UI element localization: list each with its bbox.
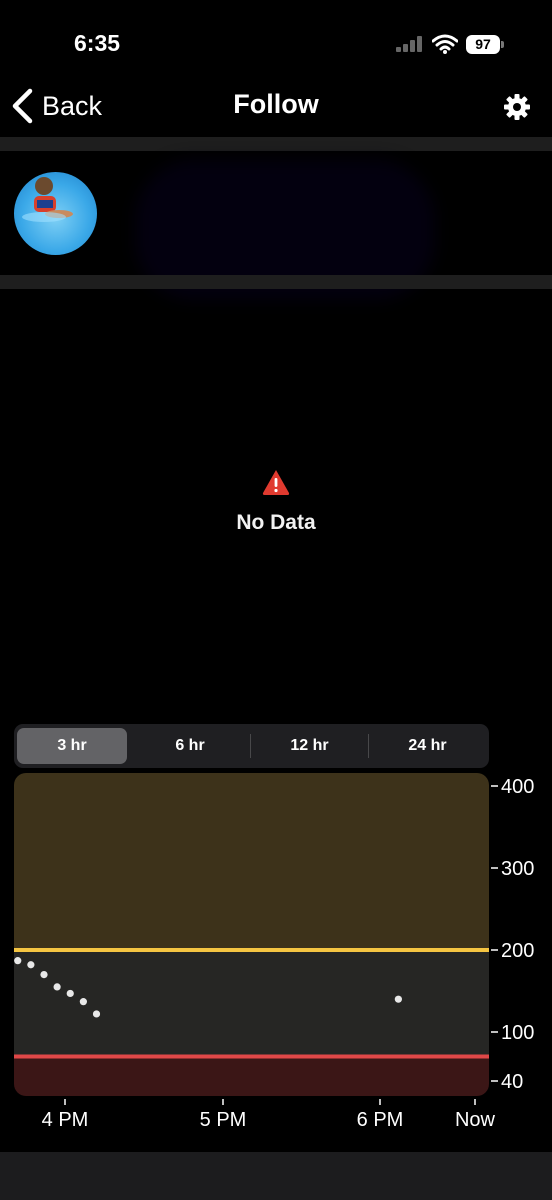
- battery-icon: 97: [466, 35, 500, 54]
- glucose-reading-point: [79, 998, 87, 1006]
- gear-icon[interactable]: [503, 93, 531, 121]
- chevron-left-icon: [12, 88, 33, 124]
- y-tick-label: 300: [501, 858, 534, 880]
- battery-level: 97: [475, 36, 491, 52]
- x-tick-label: 4 PM: [42, 1109, 89, 1131]
- glucose-reading-point: [394, 995, 402, 1003]
- avatar[interactable]: [14, 172, 97, 255]
- glucose-reading-point: [53, 983, 61, 991]
- glucose-reading-point: [66, 989, 74, 998]
- glucose-reading-point: [14, 957, 22, 965]
- back-button[interactable]: Back: [10, 86, 102, 126]
- x-tick-label: 5 PM: [200, 1109, 247, 1131]
- warning-icon: [262, 470, 290, 495]
- time-range-selector: 3 hr 6 hr 12 hr 24 hr: [14, 724, 489, 768]
- y-tick-label: 100: [501, 1022, 534, 1044]
- bottom-bar: [0, 1152, 552, 1200]
- x-tick-label: 6 PM: [357, 1109, 404, 1131]
- section-divider: [0, 137, 552, 151]
- glucose-reading-point: [27, 961, 35, 969]
- section-divider: [0, 275, 552, 289]
- back-label: Back: [42, 90, 103, 121]
- x-tick-label: Now: [455, 1109, 496, 1131]
- range-24hr-tab[interactable]: 24 hr: [369, 728, 486, 764]
- cellular-signal-icon: [396, 36, 422, 52]
- range-3hr-tab[interactable]: 3 hr: [17, 728, 127, 764]
- wifi-icon: [432, 34, 458, 54]
- high-zone: [14, 773, 489, 950]
- no-data-message: No Data: [236, 511, 316, 534]
- y-tick-label: 400: [501, 776, 534, 798]
- avatar-photo: [22, 177, 73, 222]
- low-zone: [14, 1056, 489, 1096]
- glucose-reading-point: [40, 971, 48, 979]
- status-time: 6:35: [74, 30, 121, 56]
- range-6hr-tab[interactable]: 6 hr: [132, 728, 248, 764]
- y-tick-label: 200: [501, 940, 534, 962]
- glucose-reading-point: [92, 1010, 101, 1018]
- battery-nub: [501, 41, 504, 48]
- range-12hr-tab[interactable]: 12 hr: [251, 728, 368, 764]
- y-tick-label: 40: [501, 1071, 523, 1093]
- glucose-chart: 400 300 200 100 40 4 PM 5 PM 6 PM Now: [14, 773, 534, 1131]
